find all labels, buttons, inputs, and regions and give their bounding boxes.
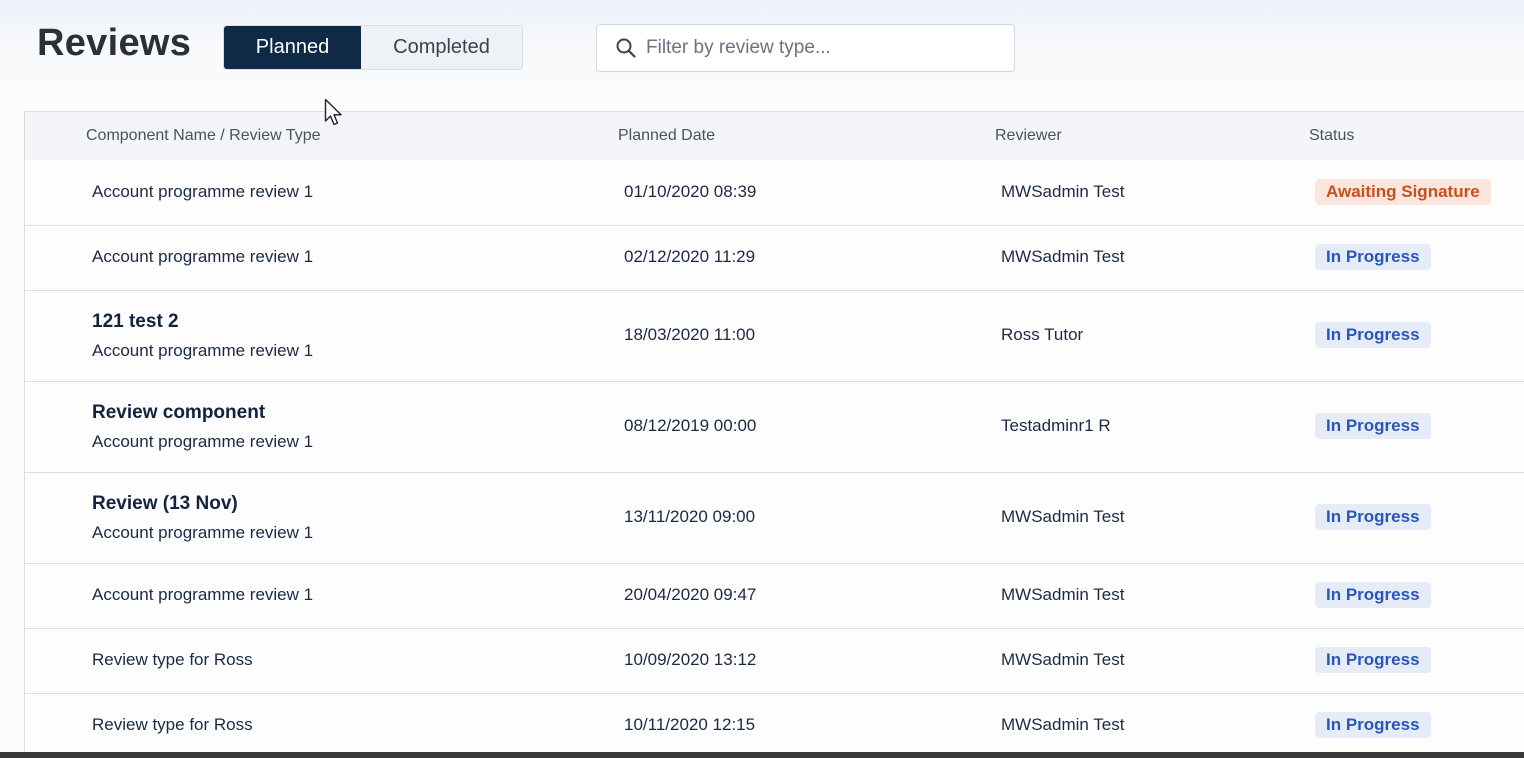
status-badge: In Progress <box>1315 413 1431 439</box>
status-badge: Awaiting Signature <box>1315 179 1491 205</box>
review-type-label: Account programme review 1 <box>92 585 314 604</box>
reviewer-name: Ross Tutor <box>1001 325 1084 344</box>
tab-planned[interactable]: Planned <box>224 26 361 69</box>
planned-date: 13/11/2020 09:00 <box>624 507 756 526</box>
table-row[interactable]: Account programme review 1 20/04/2020 09… <box>25 564 1524 629</box>
page-title: Reviews <box>37 22 192 64</box>
planned-date: 20/04/2020 09:47 <box>624 585 757 604</box>
column-header-component[interactable]: Component Name / Review Type <box>86 127 320 145</box>
reviewer-name: MWSadmin Test <box>1001 507 1125 526</box>
reviewer-name: MWSadmin Test <box>1001 715 1125 734</box>
tab-completed[interactable]: Completed <box>361 26 522 69</box>
search-box[interactable] <box>596 24 1015 72</box>
table-row[interactable]: 121 test 2 Account programme review 1 18… <box>25 291 1524 382</box>
column-header-status[interactable]: Status <box>1309 127 1354 145</box>
bottom-edge-bar <box>0 752 1524 758</box>
column-header-reviewer[interactable]: Reviewer <box>995 127 1062 145</box>
table-row[interactable]: Account programme review 1 01/10/2020 08… <box>25 160 1524 226</box>
mouse-cursor-icon <box>324 98 342 126</box>
review-type-label: Account programme review 1 <box>92 182 314 201</box>
review-view-toggle: Planned Completed <box>223 25 523 70</box>
table-row[interactable]: Review component Account programme revie… <box>25 382 1524 473</box>
planned-date: 01/10/2020 08:39 <box>624 182 757 201</box>
search-input[interactable] <box>646 37 986 59</box>
status-badge: In Progress <box>1315 647 1431 673</box>
reviewer-name: MWSadmin Test <box>1001 585 1125 604</box>
review-type-label: Account programme review 1 <box>92 523 314 542</box>
status-badge: In Progress <box>1315 582 1431 608</box>
reviewer-name: Testadminr1 R <box>1001 416 1111 435</box>
reviewer-name: MWSadmin Test <box>1001 650 1125 669</box>
table-row[interactable]: Review type for Ross 10/09/2020 13:12 MW… <box>25 629 1524 694</box>
status-badge: In Progress <box>1315 322 1431 348</box>
review-type-label: Account programme review 1 <box>92 341 314 360</box>
search-icon <box>614 36 638 60</box>
review-type-label: Account programme review 1 <box>92 247 314 266</box>
status-badge: In Progress <box>1315 504 1431 530</box>
table-row[interactable]: Account programme review 1 02/12/2020 11… <box>25 226 1524 291</box>
planned-date: 10/09/2020 13:12 <box>624 650 757 669</box>
component-name: Review component <box>92 402 266 423</box>
table-row[interactable]: Review (13 Nov) Account programme review… <box>25 473 1524 564</box>
review-type-label: Review type for Ross <box>92 715 253 734</box>
review-type-label: Account programme review 1 <box>92 432 314 451</box>
table-row[interactable]: Review type for Ross 10/11/2020 12:15 MW… <box>25 694 1524 758</box>
planned-date: 18/03/2020 11:00 <box>624 325 756 344</box>
planned-date: 08/12/2019 00:00 <box>624 416 757 435</box>
status-badge: In Progress <box>1315 712 1431 738</box>
status-badge: In Progress <box>1315 244 1431 270</box>
table-header: Component Name / Review Type Planned Dat… <box>25 112 1524 160</box>
planned-date: 10/11/2020 12:15 <box>624 715 756 734</box>
column-header-planned-date[interactable]: Planned Date <box>618 127 715 145</box>
review-type-label: Review type for Ross <box>92 650 253 669</box>
reviews-table: Component Name / Review Type Planned Dat… <box>24 111 1524 758</box>
component-name: 121 test 2 <box>92 311 179 332</box>
component-name: Review (13 Nov) <box>92 493 238 514</box>
planned-date: 02/12/2020 11:29 <box>624 247 756 266</box>
reviewer-name: MWSadmin Test <box>1001 182 1125 201</box>
reviewer-name: MWSadmin Test <box>1001 247 1125 266</box>
